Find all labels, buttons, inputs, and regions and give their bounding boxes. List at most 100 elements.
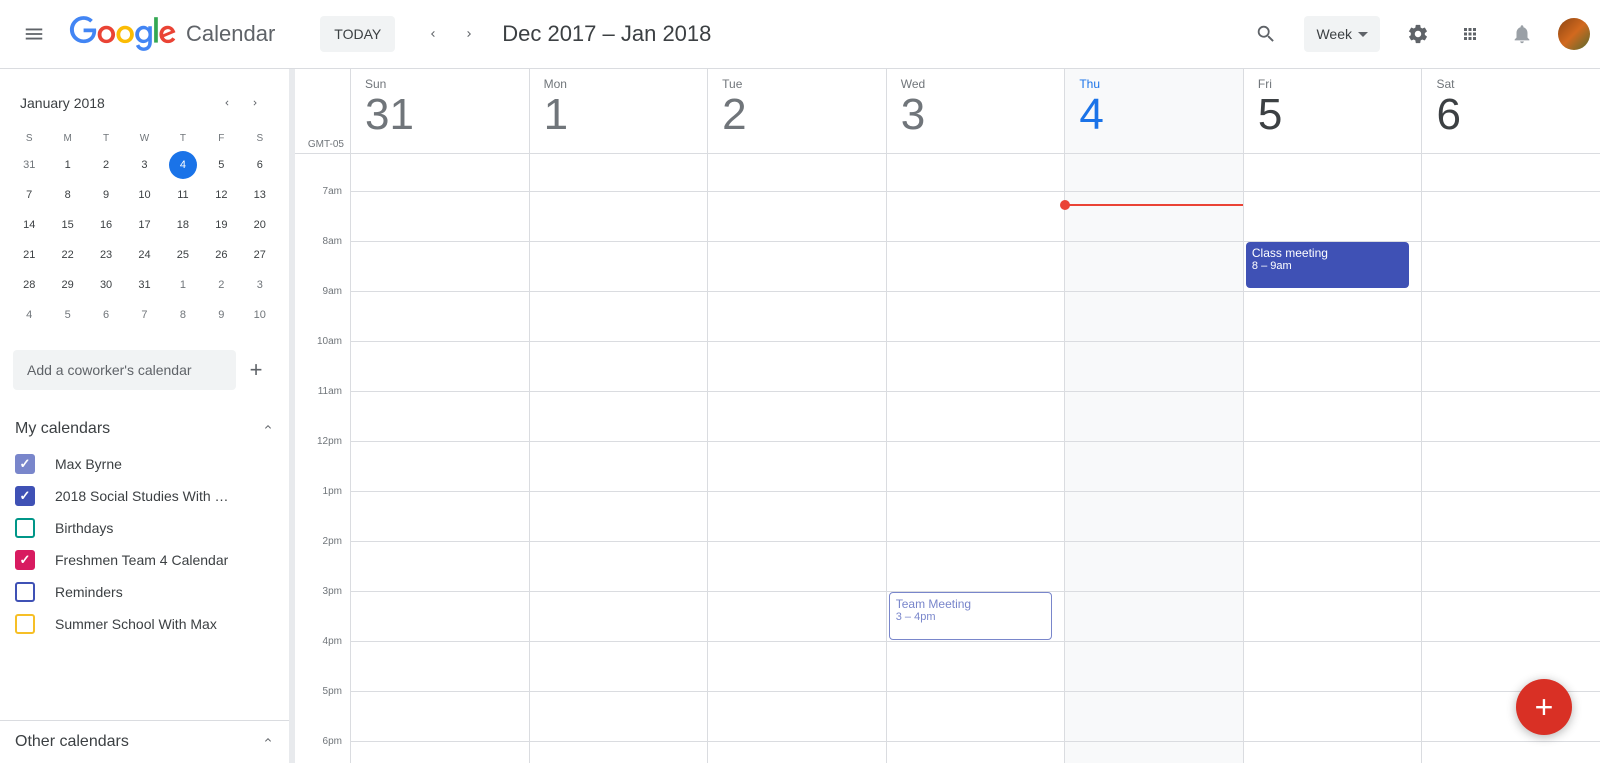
mini-day[interactable]: 30 (92, 271, 120, 299)
mini-day[interactable]: 22 (54, 241, 82, 269)
event-title: Team Meeting (896, 597, 1046, 611)
other-calendars-label: Other calendars (15, 733, 129, 751)
mini-day[interactable]: 1 (54, 151, 82, 179)
mini-day[interactable]: 4 (15, 301, 43, 329)
today-button[interactable]: TODAY (320, 16, 395, 52)
mini-day[interactable]: 31 (130, 271, 158, 299)
event[interactable]: Team Meeting3 – 4pm (889, 592, 1053, 640)
mini-dow: M (48, 127, 86, 150)
mini-day[interactable]: 9 (92, 181, 120, 209)
chevron-up-icon (262, 420, 274, 438)
search-icon[interactable] (1244, 12, 1288, 56)
settings-icon[interactable] (1396, 12, 1440, 56)
mini-day[interactable]: 5 (207, 151, 235, 179)
mini-day[interactable]: 5 (54, 301, 82, 329)
mini-next-icon[interactable] (241, 89, 269, 117)
day-header[interactable]: Mon1 (529, 69, 708, 153)
week-view: GMT-05 Sun31Mon1Tue2Wed3Thu4Fri5Sat6 7am… (295, 69, 1600, 763)
mini-day[interactable]: 7 (15, 181, 43, 209)
calendar-item[interactable]: Freshmen Team 4 Calendar (10, 544, 279, 576)
google-logo[interactable] (68, 16, 178, 52)
mini-day[interactable]: 20 (246, 211, 274, 239)
calendar-item[interactable]: Birthdays (10, 512, 279, 544)
mini-day[interactable]: 19 (207, 211, 235, 239)
view-select[interactable]: Week (1304, 16, 1380, 52)
mini-day[interactable]: 29 (54, 271, 82, 299)
day-header[interactable]: Sat6 (1421, 69, 1600, 153)
day-header[interactable]: Tue2 (707, 69, 886, 153)
mini-day[interactable]: 13 (246, 181, 274, 209)
now-indicator (1065, 204, 1243, 206)
calendar-checkbox[interactable] (15, 582, 35, 602)
apps-icon[interactable] (1448, 12, 1492, 56)
mini-day[interactable]: 31 (15, 151, 43, 179)
add-calendar-icon[interactable]: + (236, 350, 276, 390)
mini-day[interactable]: 16 (92, 211, 120, 239)
day-column[interactable] (1421, 154, 1600, 763)
my-calendars-toggle[interactable]: My calendars (10, 410, 279, 448)
mini-day[interactable]: 14 (15, 211, 43, 239)
mini-day[interactable]: 2 (92, 151, 120, 179)
mini-prev-icon[interactable] (213, 89, 241, 117)
day-column[interactable]: Team Meeting3 – 4pm (886, 154, 1065, 763)
mini-day[interactable]: 3 (246, 271, 274, 299)
day-number: 3 (901, 91, 1065, 139)
day-column[interactable] (1064, 154, 1243, 763)
notifications-icon[interactable] (1500, 12, 1544, 56)
day-column[interactable] (707, 154, 886, 763)
mini-day[interactable]: 3 (130, 151, 158, 179)
calendar-item[interactable]: 2018 Social Studies With … (10, 480, 279, 512)
mini-day[interactable]: 9 (207, 301, 235, 329)
mini-day[interactable]: 23 (92, 241, 120, 269)
mini-day[interactable]: 21 (15, 241, 43, 269)
mini-day[interactable]: 1 (169, 271, 197, 299)
calendar-item[interactable]: Reminders (10, 576, 279, 608)
calendar-item[interactable]: Max Byrne (10, 448, 279, 480)
day-header[interactable]: Fri5 (1243, 69, 1422, 153)
day-number: 6 (1436, 91, 1600, 139)
mini-day[interactable]: 25 (169, 241, 197, 269)
next-week-icon[interactable] (451, 16, 487, 52)
prev-week-icon[interactable] (415, 16, 451, 52)
calendar-item[interactable]: Summer School With Max (10, 608, 279, 640)
mini-day[interactable]: 7 (130, 301, 158, 329)
calendar-label: Freshmen Team 4 Calendar (55, 552, 228, 568)
mini-day[interactable]: 4 (169, 151, 197, 179)
date-range: Dec 2017 – Jan 2018 (502, 21, 711, 47)
calendar-checkbox[interactable] (15, 518, 35, 538)
add-coworker-input[interactable]: Add a coworker's calendar (13, 350, 236, 390)
mini-day[interactable]: 2 (207, 271, 235, 299)
calendar-label: Reminders (55, 584, 123, 600)
mini-day[interactable]: 24 (130, 241, 158, 269)
mini-day[interactable]: 8 (169, 301, 197, 329)
mini-day[interactable]: 27 (246, 241, 274, 269)
mini-day[interactable]: 17 (130, 211, 158, 239)
day-column[interactable] (529, 154, 708, 763)
mini-day[interactable]: 15 (54, 211, 82, 239)
mini-day[interactable]: 6 (246, 151, 274, 179)
mini-day[interactable]: 11 (169, 181, 197, 209)
day-header[interactable]: Thu4 (1064, 69, 1243, 153)
day-column[interactable]: Class meeting8 – 9am (1243, 154, 1422, 763)
other-calendars-toggle[interactable]: Other calendars (0, 720, 289, 763)
day-header[interactable]: Sun31 (350, 69, 529, 153)
avatar[interactable] (1558, 18, 1590, 50)
day-column[interactable] (350, 154, 529, 763)
calendar-checkbox[interactable] (15, 550, 35, 570)
calendar-checkbox[interactable] (15, 454, 35, 474)
create-event-button[interactable]: + (1516, 679, 1572, 735)
calendar-checkbox[interactable] (15, 614, 35, 634)
mini-day[interactable]: 18 (169, 211, 197, 239)
mini-day[interactable]: 10 (130, 181, 158, 209)
day-header[interactable]: Wed3 (886, 69, 1065, 153)
menu-icon[interactable] (10, 10, 58, 58)
event[interactable]: Class meeting8 – 9am (1246, 242, 1410, 288)
mini-day[interactable]: 26 (207, 241, 235, 269)
calendar-checkbox[interactable] (15, 486, 35, 506)
mini-day[interactable]: 28 (15, 271, 43, 299)
mini-day[interactable]: 12 (207, 181, 235, 209)
mini-day[interactable]: 8 (54, 181, 82, 209)
time-grid[interactable]: 7am8am9am10am11am12pm1pm2pm3pm4pm5pm6pm … (295, 154, 1600, 763)
mini-day[interactable]: 10 (246, 301, 274, 329)
mini-day[interactable]: 6 (92, 301, 120, 329)
